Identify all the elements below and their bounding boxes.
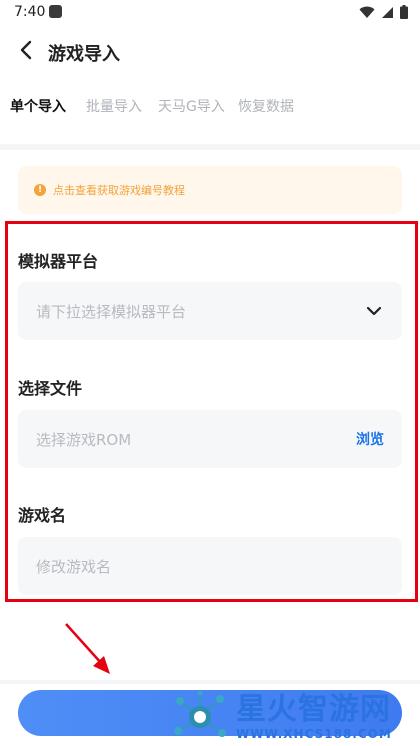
page-title: 游戏导入 <box>48 44 120 65</box>
back-arrow-icon <box>20 40 32 60</box>
header: 游戏导入 <box>0 28 420 76</box>
tab-bar: 单个导入 批量导入 天马G导入 恢复数据 <box>0 92 420 120</box>
info-icon: ! <box>34 184 46 196</box>
battery-icon <box>400 5 408 19</box>
watermark-logo <box>174 691 226 737</box>
signal-icon <box>382 6 393 18</box>
back-button[interactable] <box>12 36 40 64</box>
tab-single-import[interactable]: 单个导入 <box>10 96 66 116</box>
status-bar: 7:40 <box>0 0 420 26</box>
tutorial-notice[interactable]: ! 点击查看获取游戏编号教程 <box>18 166 402 214</box>
status-time: 7:40 <box>14 4 46 20</box>
annotation-arrow <box>65 623 110 674</box>
watermark-text: 星火智游网 WWW.XHCS188.COM <box>236 692 392 742</box>
watermark-sub: WWW.XHCS188.COM <box>236 727 392 741</box>
status-icons <box>359 5 408 19</box>
notification-icon <box>49 5 62 18</box>
screen: 7:40 游戏导入 单个导入 批量导入 天马G导入 恢复数据 ! 点击查看获取游… <box>0 0 420 746</box>
tab-batch-import[interactable]: 批量导入 <box>86 96 142 116</box>
wifi-icon <box>359 6 375 18</box>
tab-restore-data[interactable]: 恢复数据 <box>238 96 294 116</box>
highlight-annotation-box <box>5 221 418 602</box>
tab-tianma-import[interactable]: 天马G导入 <box>158 96 225 116</box>
watermark: 星火智游网 WWW.XHCS188.COM <box>170 688 420 746</box>
watermark-main: 星火智游网 <box>236 692 391 727</box>
notice-text: 点击查看获取游戏编号教程 <box>53 184 185 197</box>
